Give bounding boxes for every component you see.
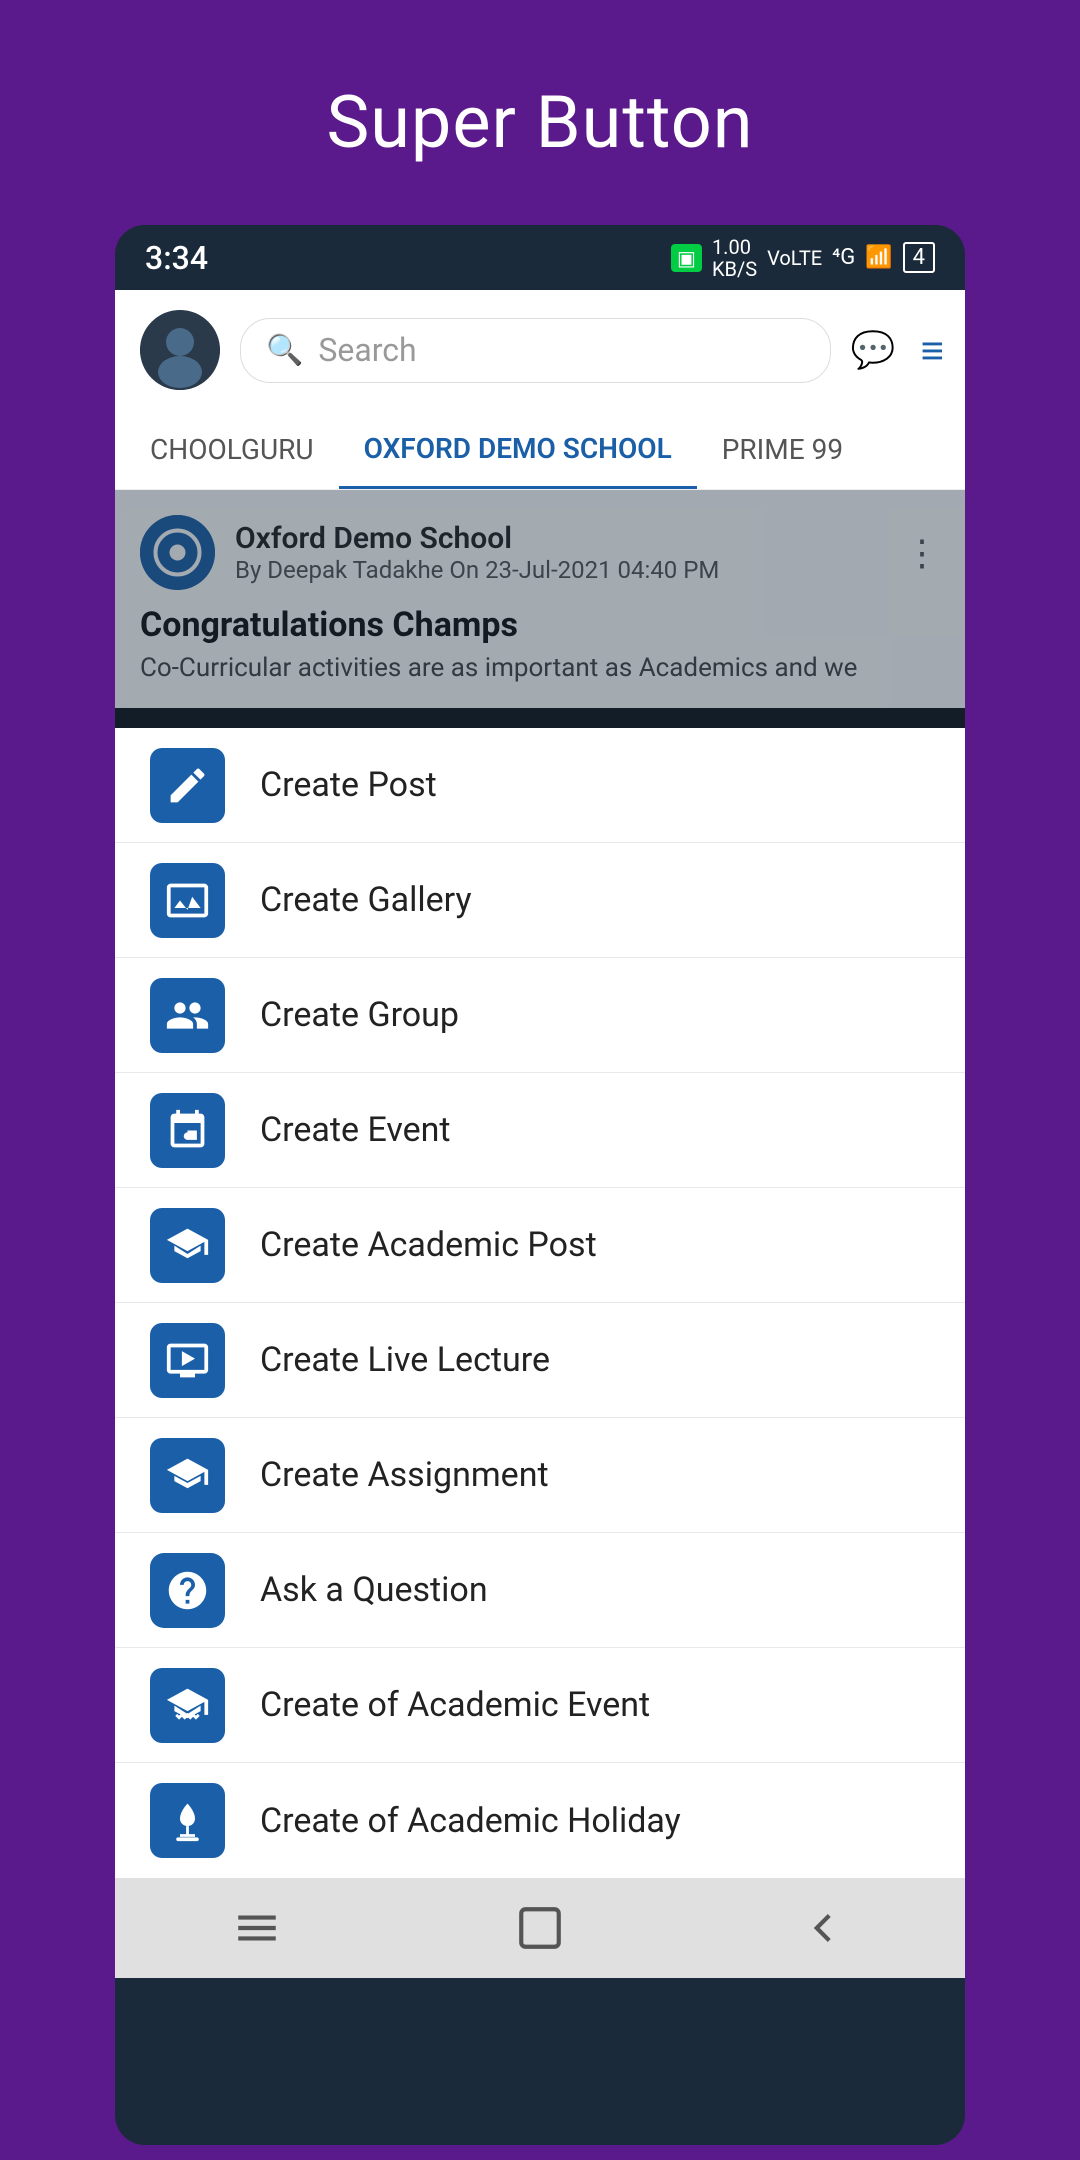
bottom-nav — [115, 1878, 965, 1978]
post-title: Congratulations Champs — [140, 605, 940, 645]
nav-home-button[interactable] — [510, 1898, 570, 1958]
menu-item-create-academic-post[interactable]: Create Academic Post — [115, 1188, 965, 1303]
create-live-lecture-icon — [150, 1323, 225, 1398]
create-academic-event-icon — [150, 1668, 225, 1743]
tab-prime99[interactable]: PRIME 99 — [697, 410, 868, 489]
create-academic-post-icon — [150, 1208, 225, 1283]
volte-icon: VoLTE — [767, 246, 822, 270]
menu-item-create-group[interactable]: Create Group — [115, 958, 965, 1073]
ask-question-icon — [150, 1553, 225, 1628]
phone-frame: 3:34 ▣ 1.00KB/S VoLTE ⁴G 📶 4 🔍 Search 💬 … — [115, 225, 965, 2145]
page-title: Super Button — [326, 80, 753, 165]
app-header: 🔍 Search 💬 ≡ — [115, 290, 965, 410]
create-academic-holiday-label: Create of Academic Holiday — [260, 1801, 681, 1841]
modal-backdrop — [115, 708, 965, 728]
search-bar[interactable]: 🔍 Search — [240, 318, 831, 383]
status-bar: 3:34 ▣ 1.00KB/S VoLTE ⁴G 📶 4 — [115, 225, 965, 290]
search-icon: 🔍 — [266, 333, 303, 368]
post-meta: By Deepak Tadakhe On 23-Jul-2021 04:40 P… — [235, 556, 904, 584]
status-icons: ▣ 1.00KB/S VoLTE ⁴G 📶 4 — [671, 236, 935, 280]
create-gallery-label: Create Gallery — [260, 880, 472, 920]
menu-item-create-academic-event[interactable]: Create of Academic Event — [115, 1648, 965, 1763]
nav-menu-button[interactable] — [227, 1898, 287, 1958]
chat-icon[interactable]: 💬 — [851, 329, 896, 371]
signal-icon: 📶 — [865, 245, 892, 270]
avatar[interactable] — [140, 310, 220, 390]
create-academic-post-label: Create Academic Post — [260, 1225, 597, 1265]
nav-back-button[interactable] — [793, 1898, 853, 1958]
ask-question-label: Ask a Question — [260, 1570, 488, 1610]
tab-oxford[interactable]: OXFORD DEMO SCHOOL — [339, 410, 697, 489]
menu-item-create-event[interactable]: Create Event — [115, 1073, 965, 1188]
create-assignment-icon — [150, 1438, 225, 1513]
school-avatar — [140, 515, 215, 590]
tab-choolguru[interactable]: CHOOLGURU — [125, 410, 339, 489]
create-academic-holiday-icon — [150, 1783, 225, 1858]
create-group-icon — [150, 978, 225, 1053]
menu-item-create-live-lecture[interactable]: Create Live Lecture — [115, 1303, 965, 1418]
create-event-label: Create Event — [260, 1110, 451, 1150]
menu-sheet: Create Post Create Gallery Create Group … — [115, 728, 965, 1878]
menu-item-ask-question[interactable]: Ask a Question — [115, 1533, 965, 1648]
create-live-lecture-label: Create Live Lecture — [260, 1340, 550, 1380]
create-academic-event-label: Create of Academic Event — [260, 1685, 650, 1725]
create-assignment-label: Create Assignment — [260, 1455, 549, 1495]
create-event-icon — [150, 1093, 225, 1168]
search-input-label: Search — [318, 331, 416, 369]
app-icon: ▣ — [671, 244, 702, 272]
post-card: Oxford Demo School By Deepak Tadakhe On … — [115, 490, 965, 708]
header-icons: 💬 ≡ — [851, 327, 940, 374]
menu-item-create-gallery[interactable]: Create Gallery — [115, 843, 965, 958]
create-post-label: Create Post — [260, 765, 437, 805]
post-body: Co-Curricular activities are as importan… — [140, 653, 940, 683]
battery-icon: 4 — [903, 242, 935, 273]
create-post-icon — [150, 748, 225, 823]
menu-item-create-post[interactable]: Create Post — [115, 728, 965, 843]
menu-item-create-assignment[interactable]: Create Assignment — [115, 1418, 965, 1533]
tabs-bar: CHOOLGURU OXFORD DEMO SCHOOL PRIME 99 — [115, 410, 965, 490]
create-gallery-icon — [150, 863, 225, 938]
network-icon: ⁴G — [832, 245, 855, 270]
post-more-icon[interactable]: ⋮ — [904, 532, 940, 574]
data-speed: 1.00KB/S — [712, 236, 757, 280]
post-info: Oxford Demo School By Deepak Tadakhe On … — [235, 521, 904, 584]
status-time: 3:34 — [145, 239, 208, 277]
hamburger-icon[interactable]: ≡ — [921, 327, 940, 374]
post-school-name: Oxford Demo School — [235, 521, 904, 556]
menu-item-create-academic-holiday[interactable]: Create of Academic Holiday — [115, 1763, 965, 1878]
create-group-label: Create Group — [260, 995, 459, 1035]
